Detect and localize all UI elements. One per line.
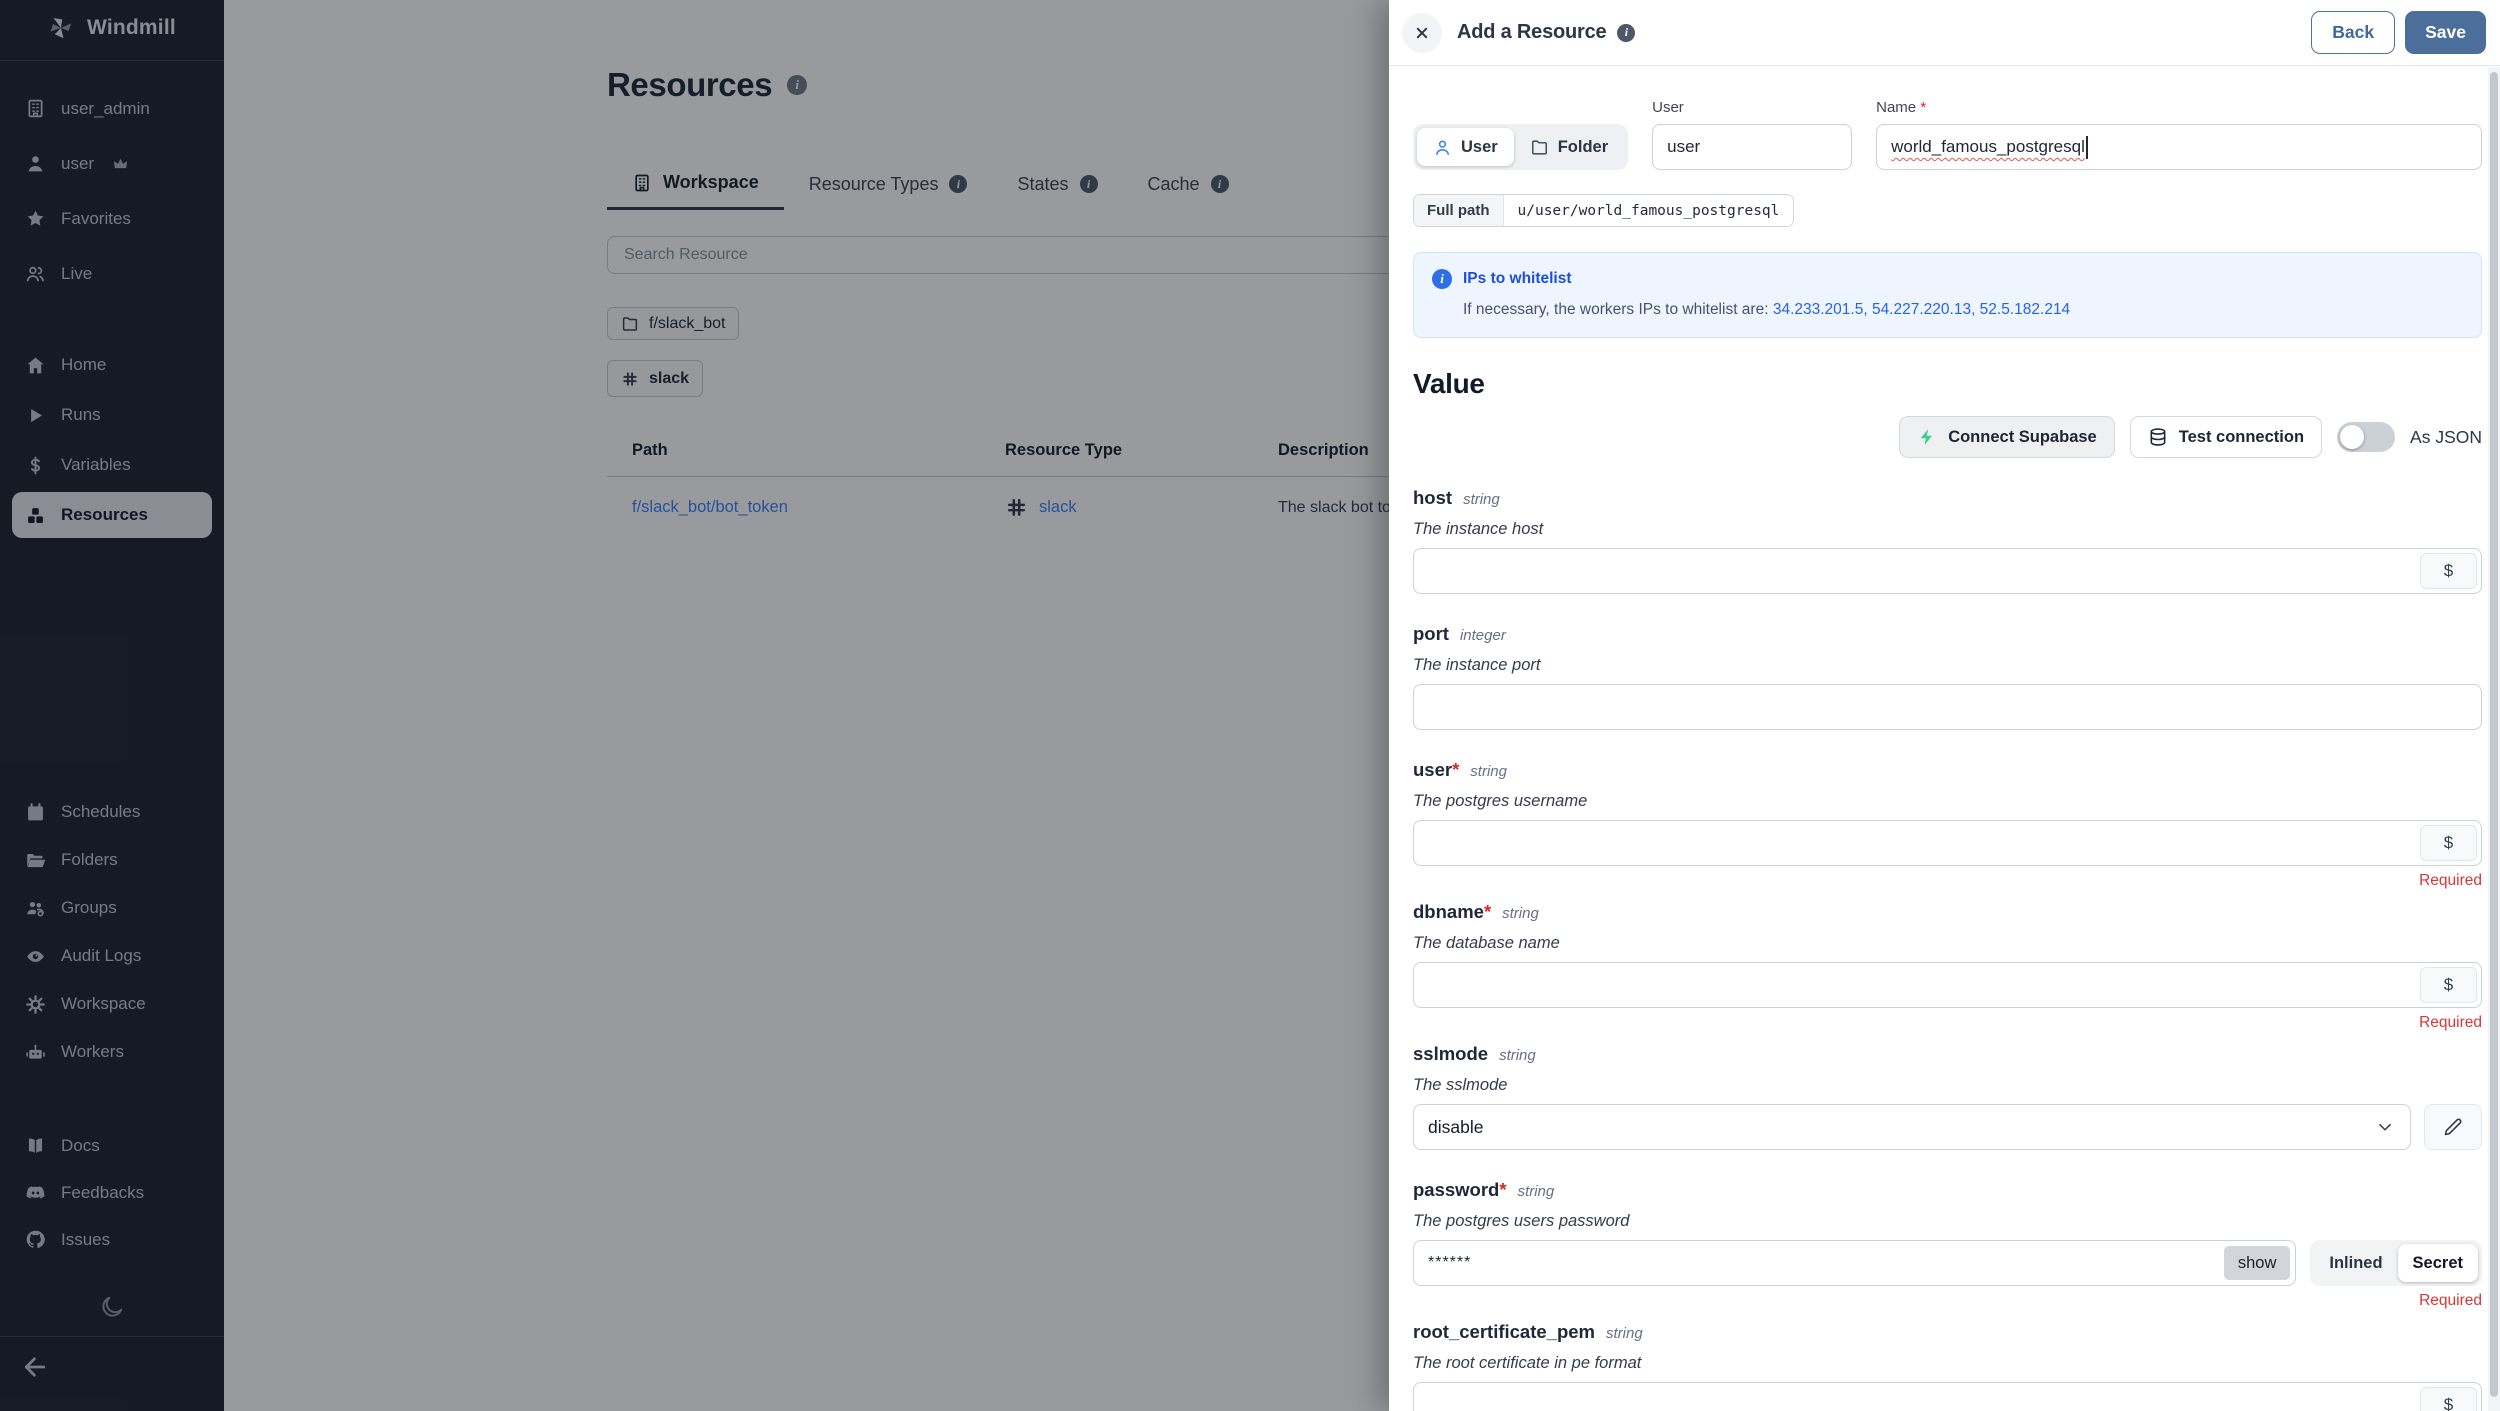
user-field-label: User [1652, 99, 1852, 116]
field-name: root_certificate_pem [1413, 1320, 1595, 1344]
close-drawer-button[interactable] [1402, 13, 1442, 53]
infobox-title: IPs to whitelist [1463, 270, 1572, 288]
field-description: The postgres users password [1413, 1210, 2482, 1232]
kind-user-button[interactable]: User [1417, 128, 1514, 166]
user-input[interactable]: user [1652, 124, 1852, 170]
secret-option[interactable]: Secret [2398, 1244, 2478, 1282]
save-button[interactable]: Save [2405, 11, 2486, 54]
field-description: The instance port [1413, 654, 2482, 676]
name-input-value: world_famous_postgresql [1891, 137, 2085, 157]
variable-picker-button[interactable]: $ [2420, 553, 2477, 589]
port-input[interactable] [1413, 684, 2482, 730]
back-button[interactable]: Back [2311, 11, 2395, 54]
inlined-option[interactable]: Inlined [2314, 1244, 2397, 1282]
folder-icon [1530, 138, 1549, 157]
edit-sslmode-button[interactable] [2424, 1104, 2482, 1150]
field-type: string [1606, 1322, 1643, 1346]
name-input[interactable]: world_famous_postgresql [1876, 124, 2482, 170]
password-masked-value: ****** [1428, 1254, 1471, 1272]
host-input[interactable] [1413, 548, 2482, 594]
required-star: * [1499, 1179, 1506, 1200]
root-certificate-input[interactable] [1413, 1382, 2482, 1411]
field-name: dbname* [1413, 900, 1491, 924]
field-name: port [1413, 622, 1449, 646]
drawer-scrollbar[interactable] [2488, 67, 2500, 1411]
drawer-backdrop[interactable] [0, 0, 1389, 1411]
toggle-knob [2340, 425, 2364, 449]
value-actions-row: Connect Supabase Test connection As JSON [1413, 416, 2482, 458]
field-name: host [1413, 486, 1452, 510]
kind-user-label: User [1461, 138, 1498, 157]
field-type: integer [1460, 624, 1506, 648]
value-section-title: Value [1413, 368, 2482, 400]
pg-user-input[interactable] [1413, 820, 2482, 866]
field-description: The sslmode [1413, 1074, 2482, 1096]
full-path-label: Full path [1414, 195, 1503, 226]
drawer-header: Add a Resource Back Save [1389, 0, 2500, 66]
required-star: * [1484, 901, 1491, 922]
info-icon [1432, 269, 1452, 289]
pencil-icon [2443, 1117, 2463, 1137]
field-type: string [1502, 902, 1539, 926]
owner-kind-toggle: User Folder [1413, 124, 1628, 170]
field-description: The postgres username [1413, 790, 2482, 812]
sslmode-selected-value: disable [1428, 1117, 1483, 1138]
chevron-down-icon [2374, 1116, 2396, 1138]
field-type: string [1518, 1180, 1555, 1204]
variable-picker-button[interactable]: $ [2420, 825, 2477, 861]
field-root-certificate-pem: root_certificate_pem string The root cer… [1413, 1320, 2482, 1411]
kind-folder-button[interactable]: Folder [1514, 128, 1624, 166]
field-description: The root certificate in pe format [1413, 1352, 2482, 1374]
infobox-text: If necessary, the workers IPs to whiteli… [1432, 301, 2463, 319]
field-description: The instance host [1413, 518, 2482, 540]
field-type: string [1499, 1044, 1536, 1068]
password-input[interactable]: ****** [1413, 1240, 2296, 1286]
drawer-info-icon[interactable] [1617, 24, 1635, 42]
field-user: user* string The postgres username $ Req… [1413, 758, 2482, 872]
database-icon [2148, 427, 2168, 447]
field-password: password* string The postgres users pass… [1413, 1178, 2482, 1292]
required-star: * [1452, 759, 1459, 780]
kind-folder-label: Folder [1558, 138, 1608, 157]
field-name: sslmode [1413, 1042, 1488, 1066]
field-port: port integer The instance port [1413, 622, 2482, 730]
field-name: password* [1413, 1178, 1507, 1202]
whitelist-ips: 34.233.201.5, 54.227.220.13, 52.5.182.21… [1773, 301, 2070, 318]
name-field-label: Name * [1876, 99, 2482, 116]
drawer-body: User Folder User user Name * [1389, 67, 2488, 1411]
required-star: * [1920, 99, 1926, 116]
field-type: string [1470, 760, 1507, 784]
test-connection-button[interactable]: Test connection [2130, 416, 2322, 458]
variable-picker-button[interactable]: $ [2420, 1387, 2477, 1411]
drawer-title: Add a Resource [1457, 21, 1606, 44]
password-mode-toggle: Inlined Secret [2310, 1240, 2482, 1286]
add-resource-drawer: Add a Resource Back Save User [1389, 0, 2500, 1411]
variable-picker-button[interactable]: $ [2420, 967, 2477, 1003]
show-password-button[interactable]: show [2224, 1246, 2291, 1280]
scrollbar-thumb[interactable] [2490, 72, 2498, 1397]
field-host: host string The instance host $ [1413, 486, 2482, 594]
field-description: The database name [1413, 932, 2482, 954]
full-path-display: Full path u/user/world_famous_postgresql [1413, 194, 1794, 227]
field-sslmode: sslmode string The sslmode disable [1413, 1042, 2482, 1150]
as-json-toggle[interactable] [2337, 422, 2395, 452]
close-icon [1412, 23, 1432, 43]
user-input-value: user [1667, 137, 1700, 157]
field-name: user* [1413, 758, 1459, 782]
user-icon [1433, 138, 1452, 157]
full-path-value: u/user/world_famous_postgresql [1503, 195, 1794, 226]
field-dbname: dbname* string The database name $ Requi… [1413, 900, 2482, 1014]
supabase-bolt-icon [1917, 427, 1937, 447]
field-type: string [1463, 488, 1500, 512]
connect-supabase-button[interactable]: Connect Supabase [1899, 416, 2115, 458]
ips-whitelist-infobox: IPs to whitelist If necessary, the worke… [1413, 252, 2482, 338]
sslmode-select[interactable]: disable [1413, 1104, 2411, 1150]
as-json-label: As JSON [2410, 427, 2482, 448]
text-cursor [2086, 136, 2088, 159]
dbname-input[interactable] [1413, 962, 2482, 1008]
